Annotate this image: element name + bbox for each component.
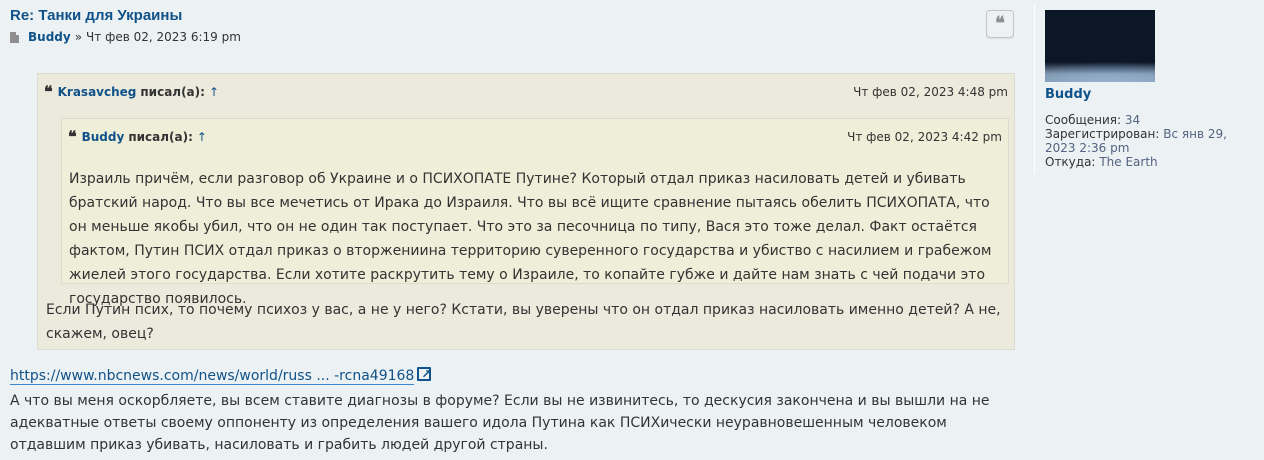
quote-button[interactable]: ❝ — [986, 10, 1014, 38]
profile-info: Сообщения: 34 Зарегистрирован: Вс янв 29… — [1045, 113, 1260, 169]
profile-registered-label: Зарегистрирован: — [1045, 127, 1160, 141]
post-author-link[interactable]: Buddy — [28, 26, 71, 48]
post-meta-separator: » — [74, 30, 83, 44]
external-link-text: https://www.nbcnews.com/news/world/russ … — [10, 368, 415, 384]
inner-quote-text: Израиль причём, если разговор об Украине… — [69, 171, 992, 307]
inner-quote-user-link[interactable]: Buddy — [82, 130, 125, 144]
outer-quote-cite: ❝ Krasavcheg писал(а): ↑ Чт фев 02, 2023… — [44, 82, 1008, 102]
external-link-icon[interactable] — [417, 362, 431, 386]
external-link-line: https://www.nbcnews.com/news/world/russ … — [10, 362, 431, 388]
post-body: Re: Танки для Украины Buddy » Чт фев 02,… — [10, 6, 1018, 48]
profile-from-row: Откуда: The Earth — [1045, 155, 1260, 169]
inner-blockquote: ❝ Buddy писал(а): ↑ Чт фев 02, 2023 4:42… — [61, 118, 1009, 307]
profile-posts-row: Сообщения: 34 — [1045, 113, 1260, 127]
external-link[interactable]: https://www.nbcnews.com/news/world/russ … — [10, 368, 415, 385]
quote-icon: ❝ — [995, 13, 1005, 34]
avatar[interactable] — [1045, 10, 1155, 82]
post-title[interactable]: Re: Танки для Украины — [10, 7, 182, 24]
post-title-link[interactable]: Re: Танки для Украины — [10, 6, 1018, 26]
outer-quote-jump-arrow[interactable]: ↑ — [209, 85, 219, 99]
inner-quote-wrote: писал(а): — [128, 130, 193, 144]
outer-quote-wrote: писал(а): — [140, 85, 205, 99]
outer-quote-icon: ❝ — [44, 82, 53, 101]
post-profile: Buddy Сообщения: 34 Зарегистрирован: Вс … — [1034, 4, 1264, 174]
forum-post: Re: Танки для Украины Buddy » Чт фев 02,… — [0, 0, 1264, 460]
post-document-icon[interactable] — [10, 31, 19, 43]
outer-quote-text: Если Путин псих, то почему психоз у вас,… — [46, 302, 1001, 342]
post-date: Чт фев 02, 2023 6:19 pm — [86, 30, 241, 44]
outer-quote-user-link[interactable]: Krasavcheg — [58, 85, 137, 99]
inner-quote-date: Чт фев 02, 2023 4:42 pm — [847, 130, 1002, 144]
profile-username-link[interactable]: Buddy — [1045, 87, 1091, 102]
inner-quote-cite: ❝ Buddy писал(а): ↑ Чт фев 02, 2023 4:42… — [68, 127, 1002, 147]
profile-posts-link[interactable]: 34 — [1125, 113, 1140, 127]
profile-registered-row: Зарегистрирован: Вс янв 29, 2023 2:36 pm — [1045, 127, 1260, 155]
inner-quote-icon: ❝ — [68, 127, 77, 146]
profile-from-value: The Earth — [1099, 155, 1158, 169]
outer-quote-date: Чт фев 02, 2023 4:48 pm — [853, 85, 1008, 99]
post-meta: Buddy » Чт фев 02, 2023 6:19 pm — [10, 26, 1018, 48]
profile-posts-label: Сообщения: — [1045, 113, 1122, 127]
profile-from-label: Откуда: — [1045, 155, 1096, 169]
post-message-text: А что вы меня оскорбляете, вы всем стави… — [10, 393, 990, 453]
outer-blockquote: ❝ Krasavcheg писал(а): ↑ Чт фев 02, 2023… — [37, 73, 1015, 350]
inner-quote-jump-arrow[interactable]: ↑ — [197, 130, 207, 144]
